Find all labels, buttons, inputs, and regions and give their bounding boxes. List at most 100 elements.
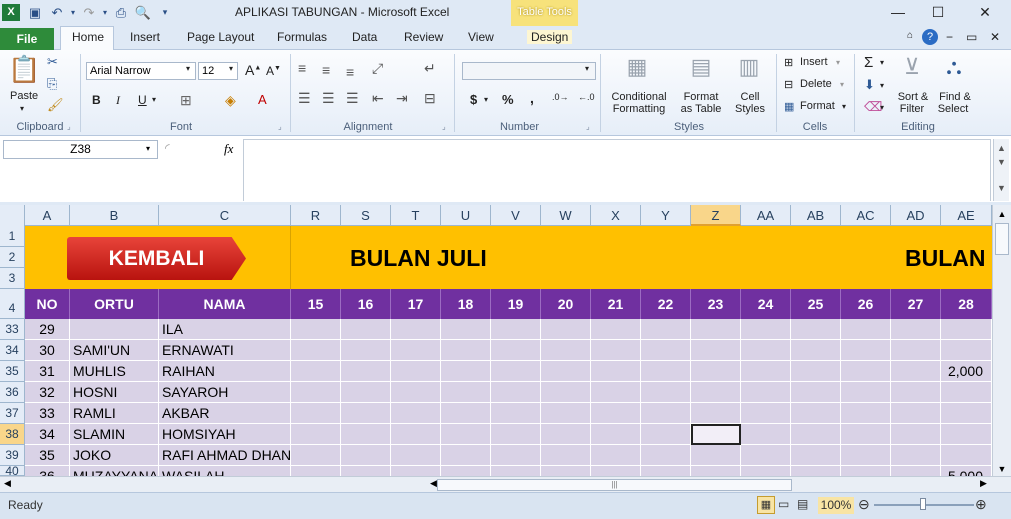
cell-amount[interactable] <box>941 319 992 340</box>
cell-amount[interactable] <box>491 382 541 403</box>
cell-amount[interactable] <box>491 319 541 340</box>
cell-amount[interactable] <box>291 466 341 476</box>
column-header[interactable]: V <box>491 205 541 226</box>
cell-no[interactable]: 35 <box>25 445 70 466</box>
cell-amount[interactable] <box>791 382 841 403</box>
customize-qat-icon[interactable]: ▾ <box>156 4 174 21</box>
column-header[interactable]: B <box>70 205 159 226</box>
number-format-dropdown-icon[interactable]: ▾ <box>585 64 589 73</box>
cell-ortu[interactable]: SAMI'UN <box>70 340 159 361</box>
cell-amount[interactable] <box>341 361 391 382</box>
cell-amount[interactable] <box>841 382 891 403</box>
column-header[interactable]: AE <box>941 205 992 226</box>
cell-amount[interactable] <box>891 340 941 361</box>
formula-bar-grip-icon[interactable]: ◜ <box>165 141 170 155</box>
underline-dropdown-icon[interactable]: ▾ <box>152 95 156 104</box>
font-launcher-icon[interactable]: ⌟ <box>278 122 282 131</box>
align-bottom-icon[interactable]: ≡ <box>346 64 354 80</box>
cell-amount[interactable] <box>541 424 591 445</box>
cell-amount[interactable] <box>741 319 791 340</box>
find-select-icon[interactable]: ⛬ <box>940 54 968 80</box>
cell-nama[interactable]: HOMSIYAH <box>159 424 291 445</box>
cell-amount[interactable] <box>591 340 641 361</box>
cell-no[interactable]: 34 <box>25 424 70 445</box>
cell-amount[interactable] <box>391 445 441 466</box>
cell-amount[interactable] <box>641 319 691 340</box>
sort-filter-label-2[interactable]: Filter <box>893 103 931 115</box>
cell-amount[interactable] <box>291 424 341 445</box>
print-preview-icon[interactable]: 🔍 <box>134 4 152 21</box>
active-cell[interactable] <box>691 424 741 445</box>
format-cells-button[interactable]: Format <box>800 100 835 112</box>
cell-amount[interactable] <box>291 445 341 466</box>
maximize-icon[interactable]: ☐ <box>918 2 958 22</box>
cell-ortu[interactable]: JOKO <box>70 445 159 466</box>
formula-input[interactable] <box>243 139 991 201</box>
cell-amount[interactable] <box>391 361 441 382</box>
cell-amount[interactable] <box>891 445 941 466</box>
cell-amount[interactable] <box>941 445 992 466</box>
paste-button[interactable]: Paste <box>10 90 38 102</box>
tab-data[interactable]: Data <box>352 30 377 44</box>
column-header[interactable]: AB <box>791 205 841 226</box>
align-middle-icon[interactable]: ≡ <box>322 62 330 78</box>
help-icon[interactable]: ? <box>922 29 938 45</box>
cell-amount[interactable] <box>741 382 791 403</box>
conditional-formatting-label-2[interactable]: Formatting <box>607 103 671 115</box>
cell-ortu[interactable]: MUZAYYANAH <box>70 466 159 476</box>
cell-amount[interactable] <box>791 445 841 466</box>
cell-amount[interactable] <box>791 403 841 424</box>
cell-ortu[interactable] <box>70 319 159 340</box>
increase-indent-icon[interactable]: ⇥ <box>396 90 408 107</box>
workbook-close-icon[interactable]: ✕ <box>990 30 1000 44</box>
tab-page-layout[interactable]: Page Layout <box>187 30 254 44</box>
borders-icon[interactable]: ⊞ <box>180 92 192 109</box>
cell-amount[interactable] <box>591 403 641 424</box>
cut-icon[interactable]: ✂ <box>47 54 58 70</box>
sort-filter-label-1[interactable]: Sort & <box>894 91 932 103</box>
close-icon[interactable]: ✕ <box>965 2 1005 22</box>
cell-amount[interactable] <box>691 319 741 340</box>
save-icon[interactable]: ▣ <box>26 4 44 21</box>
cell-no[interactable]: 36 <box>25 466 70 476</box>
italic-icon[interactable]: I <box>116 93 120 108</box>
cell-amount[interactable] <box>591 319 641 340</box>
cell-styles-label-1[interactable]: Cell <box>730 91 770 103</box>
cell-amount[interactable] <box>691 466 741 476</box>
paste-icon[interactable]: 📋 <box>8 54 40 86</box>
wrap-text-icon[interactable]: ↵ <box>424 60 436 77</box>
cell-amount[interactable] <box>791 466 841 476</box>
minimize-icon[interactable]: — <box>878 2 918 22</box>
cell-amount[interactable] <box>841 424 891 445</box>
cell-amount[interactable] <box>691 340 741 361</box>
horizontal-scroll-thumb[interactable]: ||| <box>437 479 792 491</box>
tab-insert[interactable]: Insert <box>130 30 160 44</box>
font-color-icon[interactable]: A <box>258 92 267 107</box>
select-all-corner[interactable] <box>0 205 25 226</box>
cell-amount[interactable] <box>941 424 992 445</box>
insert-cells-icon[interactable]: ⊞ <box>784 56 793 69</box>
cell-amount[interactable] <box>491 403 541 424</box>
find-select-label-2[interactable]: Select <box>933 103 973 115</box>
cell-amount[interactable] <box>741 340 791 361</box>
cell-nama[interactable]: WASILAH <box>159 466 291 476</box>
cell-amount[interactable] <box>541 382 591 403</box>
font-name-dropdown-icon[interactable]: ▾ <box>186 64 190 73</box>
cell-amount[interactable] <box>291 382 341 403</box>
insert-cells-dropdown-icon[interactable]: ▾ <box>836 58 840 67</box>
cell-nama[interactable]: RAIHAN <box>159 361 291 382</box>
cell-amount[interactable] <box>641 466 691 476</box>
tab-file[interactable]: File <box>0 28 54 50</box>
cell-amount[interactable] <box>391 403 441 424</box>
cell-amount[interactable] <box>591 466 641 476</box>
page-layout-view-icon[interactable]: ▭ <box>778 497 789 511</box>
cell-amount[interactable] <box>491 445 541 466</box>
format-painter-icon[interactable]: 🖌 <box>47 97 64 113</box>
column-header[interactable]: W <box>541 205 591 226</box>
tab-view[interactable]: View <box>468 30 494 44</box>
cell-no[interactable]: 33 <box>25 403 70 424</box>
cell-amount[interactable] <box>441 403 491 424</box>
cell-ortu[interactable]: MUHLIS <box>70 361 159 382</box>
cell-amount[interactable] <box>341 403 391 424</box>
tab-review[interactable]: Review <box>404 30 443 44</box>
